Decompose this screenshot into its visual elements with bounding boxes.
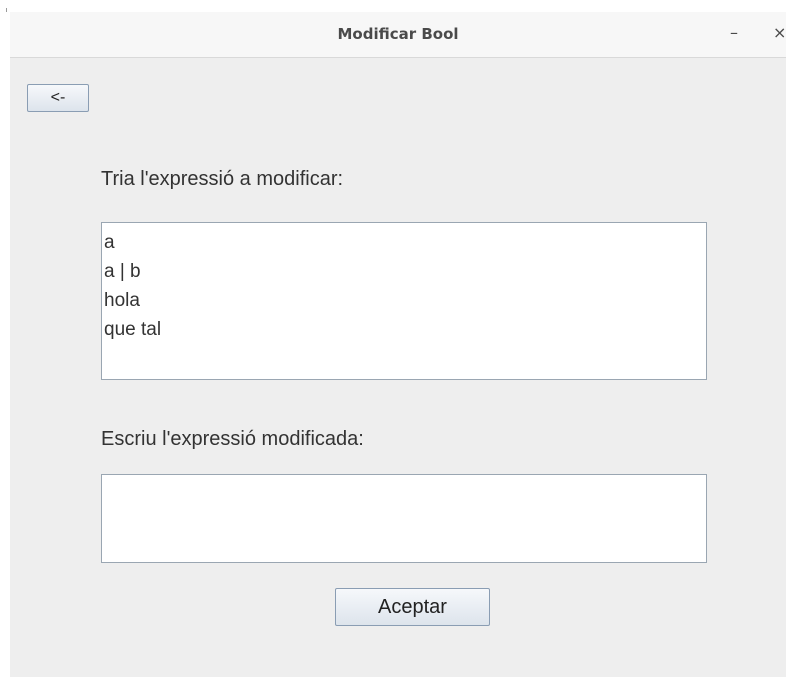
expression-list[interactable]: aa | b hola que tal — [101, 222, 707, 380]
window-title: Modificar Bool — [337, 25, 459, 43]
title-bar: Modificar Bool – × — [10, 12, 786, 58]
select-expression-label: Tria l'expressió a modificar: — [101, 168, 344, 190]
window-corner-mark — [6, 8, 7, 12]
modified-expression-label: Escriu l'expressió modificada: — [101, 428, 364, 450]
list-item[interactable]: a — [102, 228, 706, 257]
list-item[interactable]: hola — [102, 286, 706, 315]
content-panel: <- Tria l'expressió a modificar: aa | bh… — [10, 58, 786, 677]
list-item[interactable]: que tal — [102, 315, 706, 344]
accept-button[interactable]: Aceptar — [335, 588, 490, 626]
list-item[interactable]: a | b — [102, 257, 706, 286]
minimize-icon[interactable]: – — [730, 23, 738, 43]
app-window: Modificar Bool – × <- Tria l'expressió a… — [0, 0, 786, 677]
back-button[interactable]: <- — [27, 84, 89, 112]
modified-expression-input[interactable] — [101, 474, 707, 563]
close-icon[interactable]: × — [773, 23, 786, 43]
